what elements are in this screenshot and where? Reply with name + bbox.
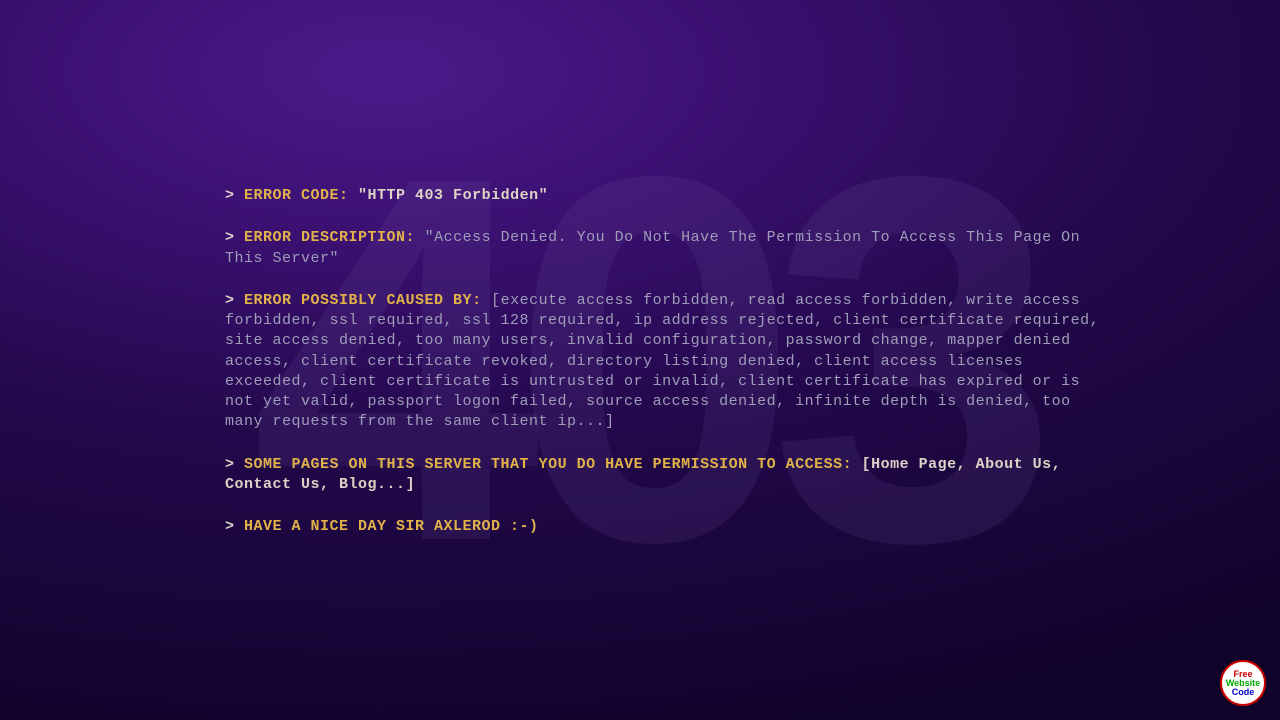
bracket-open: [ bbox=[862, 456, 872, 473]
link-separator: , bbox=[957, 456, 976, 473]
farewell-label: HAVE A NICE DAY SIR AXLEROD :-) bbox=[244, 518, 539, 535]
link-home-page[interactable]: Home Page bbox=[871, 456, 957, 473]
error-code-value: "HTTP 403 Forbidden" bbox=[358, 187, 548, 204]
error-description-line: > ERROR DESCRIPTION: "Access Denied. You… bbox=[225, 228, 1105, 269]
label-colon: : bbox=[406, 229, 425, 246]
terminal-block: > ERROR CODE: "HTTP 403 Forbidden" > ERR… bbox=[225, 186, 1105, 537]
watermark-badge: Free Website Code bbox=[1220, 660, 1266, 706]
error-code-label: ERROR CODE bbox=[244, 187, 339, 204]
error-causes-label: ERROR POSSIBLY CAUSED BY bbox=[244, 292, 472, 309]
allowed-pages-label: SOME PAGES ON THIS SERVER THAT YOU DO HA… bbox=[244, 456, 843, 473]
badge-line3: Code bbox=[1232, 688, 1255, 697]
link-blog[interactable]: Blog bbox=[339, 476, 377, 493]
error-causes-line: > ERROR POSSIBLY CAUSED BY: [execute acc… bbox=[225, 291, 1105, 433]
links-trailer: ... bbox=[377, 476, 406, 493]
label-colon: : bbox=[843, 456, 862, 473]
prompt-symbol: > bbox=[225, 518, 244, 535]
error-causes-value: [execute access forbidden, read access f… bbox=[225, 292, 1099, 431]
link-about-us[interactable]: About Us bbox=[976, 456, 1052, 473]
farewell-line: > HAVE A NICE DAY SIR AXLEROD :-) bbox=[225, 517, 1105, 537]
bracket-close: ] bbox=[406, 476, 416, 493]
link-contact-us[interactable]: Contact Us bbox=[225, 476, 320, 493]
prompt-symbol: > bbox=[225, 292, 244, 309]
label-colon: : bbox=[472, 292, 491, 309]
label-colon: : bbox=[339, 187, 358, 204]
prompt-symbol: > bbox=[225, 229, 244, 246]
error-description-label: ERROR DESCRIPTION bbox=[244, 229, 406, 246]
prompt-symbol: > bbox=[225, 456, 244, 473]
prompt-symbol: > bbox=[225, 187, 244, 204]
link-separator: , bbox=[320, 476, 339, 493]
link-separator: , bbox=[1052, 456, 1062, 473]
error-code-line: > ERROR CODE: "HTTP 403 Forbidden" bbox=[225, 186, 1105, 206]
allowed-pages-line: > SOME PAGES ON THIS SERVER THAT YOU DO … bbox=[225, 455, 1105, 496]
